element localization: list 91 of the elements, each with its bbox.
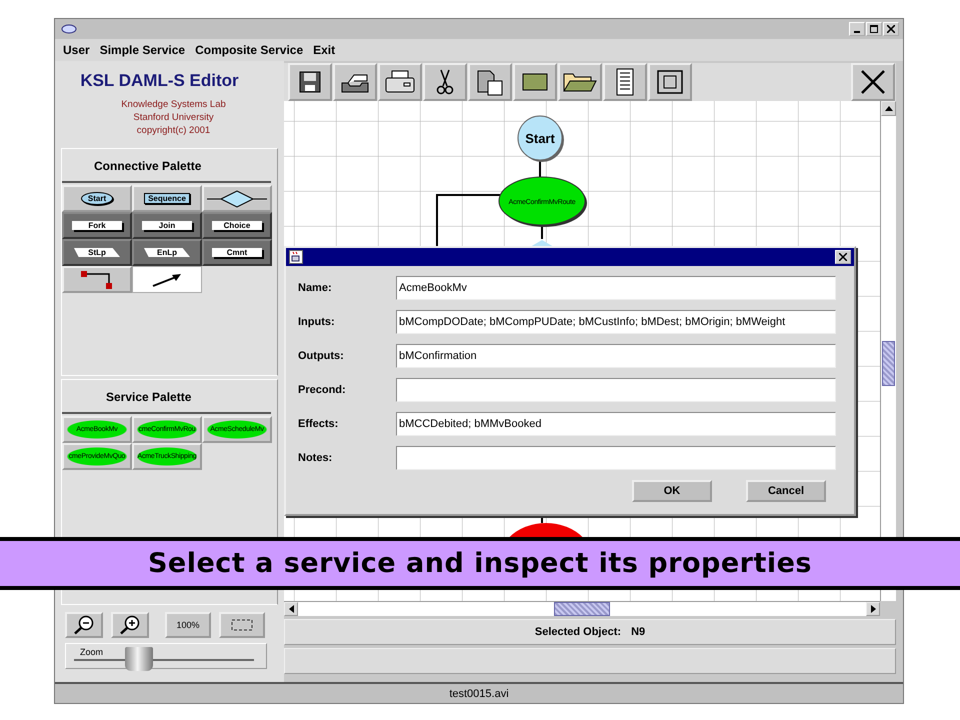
palette-tool[interactable]: Fork — [62, 212, 132, 239]
field-label: Inputs: — [298, 316, 336, 328]
zoom-slider-thumb[interactable] — [124, 647, 153, 671]
connector-line — [539, 160, 541, 177]
palette-tool[interactable]: StLp — [62, 239, 132, 266]
diamond-icon — [207, 190, 267, 208]
close-icon — [887, 25, 895, 33]
save-button[interactable] — [288, 63, 332, 101]
save-icon — [299, 71, 321, 93]
zoom-in-icon — [119, 615, 141, 635]
field-label: Notes: — [298, 452, 334, 464]
scroll-thumb[interactable] — [554, 602, 610, 616]
arrow-icon — [152, 272, 182, 286]
palette-tool[interactable] — [132, 266, 202, 293]
left-arrow-icon — [288, 605, 294, 613]
palette-tool[interactable]: Cmnt — [202, 239, 272, 266]
scroll-up-button[interactable] — [881, 101, 896, 116]
right-arrow-icon — [870, 605, 876, 613]
zoom-area-button[interactable] — [219, 612, 265, 638]
connector-icon — [80, 270, 114, 290]
open-button[interactable] — [558, 63, 602, 101]
connector-line — [541, 225, 543, 239]
file-name: test0015.avi — [449, 688, 509, 700]
scroll-right-button[interactable] — [866, 602, 880, 616]
minimize-button[interactable] — [849, 22, 865, 36]
horizontal-scrollbar[interactable] — [284, 601, 880, 616]
node-label: Start — [525, 131, 555, 146]
copy-button[interactable] — [468, 63, 512, 101]
zoom-label: Zoom — [80, 647, 104, 657]
close-icon — [860, 69, 886, 95]
scissors-icon — [436, 69, 454, 95]
palette-tool[interactable]: Start — [62, 185, 132, 212]
service-node[interactable] — [498, 176, 587, 227]
document-icon — [616, 68, 634, 96]
connector-line — [436, 194, 500, 247]
scroll-left-button[interactable] — [284, 602, 298, 616]
text-field[interactable] — [396, 446, 836, 470]
field-label: Name: — [298, 282, 333, 294]
palette-title: Connective Palette — [62, 149, 271, 183]
maximize-button[interactable] — [866, 22, 882, 36]
end-node[interactable] — [508, 522, 584, 538]
printer-icon — [384, 70, 416, 94]
copy-icon — [476, 68, 504, 96]
zoom-in-button[interactable] — [111, 612, 149, 638]
menu-item[interactable]: User — [63, 43, 90, 57]
text-field[interactable]: AcmeBookMv — [396, 276, 836, 300]
maximize-icon — [870, 25, 878, 33]
close-button[interactable] — [851, 63, 895, 101]
palette-tool[interactable]: EnLp — [132, 239, 202, 266]
field-label: Effects: — [298, 418, 340, 430]
close-icon — [839, 253, 847, 261]
menu-item[interactable]: Exit — [313, 43, 336, 57]
caption-text: Select a service and inspect its properties — [148, 548, 812, 579]
field-label: Outputs: — [298, 350, 345, 362]
dialog-button[interactable]: Cancel — [746, 480, 826, 502]
text-field[interactable]: bMCCDebited; bMMvBooked — [396, 412, 836, 436]
dashed-rectangle-icon — [231, 619, 253, 631]
credit-line: copyright(c) 2001 — [136, 124, 210, 137]
up-arrow-icon — [884, 106, 892, 111]
palette-tool[interactable]: Sequence — [132, 185, 202, 212]
tray-button[interactable] — [333, 63, 377, 101]
credit-line: Stanford University — [133, 111, 214, 124]
cut-button[interactable] — [423, 63, 467, 101]
menu-item[interactable]: Composite Service — [195, 43, 304, 57]
app-title: KSL DAML-S Editor — [80, 71, 239, 91]
palette-tool[interactable]: Choice — [202, 212, 272, 239]
scroll-thumb[interactable] — [882, 341, 895, 386]
menu-item[interactable]: Simple Service — [100, 43, 186, 57]
print-button[interactable] — [378, 63, 422, 101]
palette-tool[interactable]: Join — [132, 212, 202, 239]
text-field[interactable] — [396, 378, 836, 402]
status-value: N9 — [631, 626, 646, 638]
status-label: Selected Object: — [534, 626, 622, 638]
zoom-100-button[interactable]: 100% — [165, 612, 211, 638]
text-field[interactable]: bMConfirmation — [396, 344, 836, 368]
cup-icon — [289, 250, 303, 264]
credit-line: Knowledge Systems Lab — [121, 98, 226, 111]
start-node[interactable] — [518, 116, 564, 162]
folder-icon — [563, 72, 597, 92]
window-icon — [61, 23, 77, 35]
frame-icon — [657, 70, 683, 94]
zoom-out-icon — [73, 615, 95, 635]
rectangle-button[interactable] — [513, 63, 557, 101]
zoom-out-button[interactable] — [65, 612, 103, 638]
dialog-button[interactable]: OK — [632, 480, 712, 502]
field-label: Precond: — [298, 384, 347, 396]
frame-button[interactable] — [648, 63, 692, 101]
rectangle-icon — [522, 73, 548, 91]
palette-title: Service Palette — [62, 380, 271, 414]
text-field[interactable]: bMCompDODate; bMCompPUDate; bMCustInfo; bMDest; bMOrigin; bMWeight — [396, 310, 836, 334]
list-button[interactable] — [603, 63, 647, 101]
